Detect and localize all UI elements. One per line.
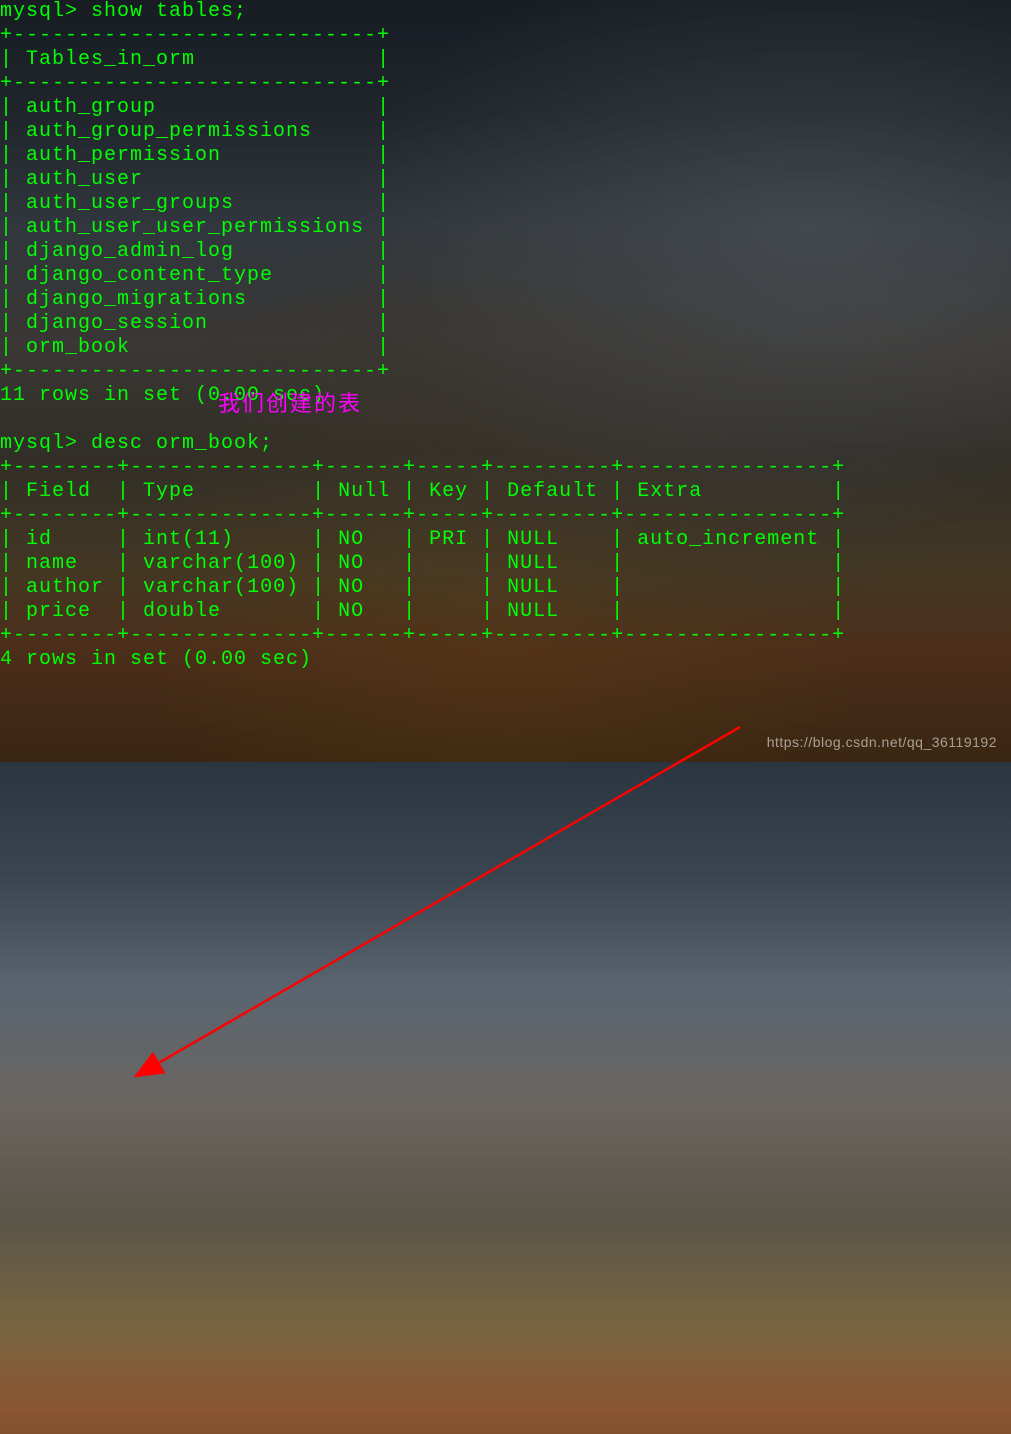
table-row: | django_session | bbox=[0, 312, 390, 335]
table-row: | auth_user_user_permissions | bbox=[0, 216, 390, 239]
table-row: | name | varchar(100) | NO | | NULL | | bbox=[0, 552, 845, 575]
table-row: | id | int(11) | NO | PRI | NULL | auto_… bbox=[0, 528, 845, 551]
table-row: | auth_group_permissions | bbox=[0, 120, 390, 143]
table-border-bot: +----------------------------+ bbox=[0, 360, 390, 383]
table-border-top: +--------+--------------+------+-----+--… bbox=[0, 456, 845, 479]
terminal-output: mysql> show tables; +-------------------… bbox=[0, 0, 1011, 672]
mysql-prompt: mysql> desc orm_book; bbox=[0, 432, 273, 455]
table-header-row: | Field | Type | Null | Key | Default | … bbox=[0, 480, 845, 503]
annotation-label: 我们创建的表 bbox=[218, 386, 362, 418]
table-row: | author | varchar(100) | NO | | NULL | … bbox=[0, 576, 845, 599]
table-border-top: +----------------------------+ bbox=[0, 24, 390, 47]
table-row: | django_migrations | bbox=[0, 288, 390, 311]
table-row: | django_content_type | bbox=[0, 264, 390, 287]
watermark-text: https://blog.csdn.net/qq_36119192 bbox=[767, 734, 997, 750]
table-row: | auth_permission | bbox=[0, 144, 390, 167]
table-row: | auth_user_groups | bbox=[0, 192, 390, 215]
result-footer: 4 rows in set (0.00 sec) bbox=[0, 648, 312, 671]
table-row: | price | double | NO | | NULL | | bbox=[0, 600, 845, 623]
table-header-row: | Tables_in_orm | bbox=[0, 48, 390, 71]
table-row: | auth_group | bbox=[0, 96, 390, 119]
table-row: | auth_user | bbox=[0, 168, 390, 191]
mysql-prompt: mysql> show tables; bbox=[0, 0, 247, 23]
table-row: | django_admin_log | bbox=[0, 240, 390, 263]
annotation-arrow bbox=[0, 672, 1011, 1434]
table-row: | orm_book | bbox=[0, 336, 390, 359]
table-border-sep: +--------+--------------+------+-----+--… bbox=[0, 504, 845, 527]
table-border-sep: +----------------------------+ bbox=[0, 72, 390, 95]
table-border-bot: +--------+--------------+------+-----+--… bbox=[0, 624, 845, 647]
